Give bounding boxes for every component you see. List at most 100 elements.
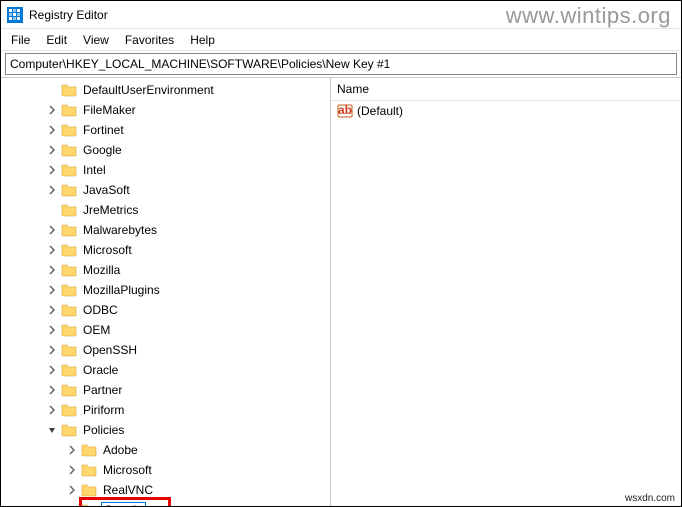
tree-item-label: Adobe xyxy=(101,442,140,458)
tree-item-label: ODBC xyxy=(81,302,120,318)
folder-icon xyxy=(61,362,77,378)
tree-item[interactable]: JreMetrics xyxy=(1,200,330,220)
chevron-right-icon[interactable] xyxy=(45,143,59,157)
chevron-right-icon[interactable] xyxy=(45,103,59,117)
tree-item[interactable]: FileMaker xyxy=(1,100,330,120)
tree-item-label: Policies xyxy=(81,422,126,438)
folder-icon xyxy=(61,422,77,438)
folder-icon xyxy=(61,182,77,198)
tree-item-label: Piriform xyxy=(81,402,126,418)
tree-item[interactable]: Google xyxy=(1,140,330,160)
expander-spacer xyxy=(65,503,79,506)
folder-icon xyxy=(61,382,77,398)
tree-item-label: Intel xyxy=(81,162,108,178)
tree-item[interactable]: OpenSSH xyxy=(1,340,330,360)
tree-item[interactable]: Mozilla xyxy=(1,260,330,280)
chevron-right-icon[interactable] xyxy=(45,343,59,357)
menu-file[interactable]: File xyxy=(3,31,38,49)
chevron-right-icon[interactable] xyxy=(45,263,59,277)
tree-item-label: RealVNC xyxy=(101,482,155,498)
tree-item-label: FileMaker xyxy=(81,102,138,118)
tree-item[interactable]: Piriform xyxy=(1,400,330,420)
folder-icon xyxy=(81,482,97,498)
tree-item[interactable]: Fortinet xyxy=(1,120,330,140)
value-name: (Default) xyxy=(357,104,403,118)
source-tag: wsxdn.com xyxy=(625,493,675,504)
folder-icon xyxy=(61,342,77,358)
address-bar[interactable]: Computer\HKEY_LOCAL_MACHINE\SOFTWARE\Pol… xyxy=(5,53,677,75)
folder-icon xyxy=(61,122,77,138)
folder-icon xyxy=(81,462,97,478)
expander-spacer xyxy=(45,83,59,97)
tree-item[interactable]: RealVNC xyxy=(1,480,330,500)
folder-icon xyxy=(61,102,77,118)
chevron-right-icon[interactable] xyxy=(65,463,79,477)
folder-icon xyxy=(61,282,77,298)
tree-item-label: MozillaPlugins xyxy=(81,282,162,298)
folder-icon xyxy=(61,82,77,98)
chevron-right-icon[interactable] xyxy=(45,323,59,337)
chevron-right-icon[interactable] xyxy=(45,363,59,377)
values-pane[interactable]: Name ab (Default) xyxy=(331,78,681,506)
tree-item-label: OEM xyxy=(81,322,112,338)
tree-item-label: OpenSSH xyxy=(81,342,139,358)
tree-item[interactable]: Partner xyxy=(1,380,330,400)
titlebar: Registry Editor xyxy=(1,1,681,29)
content-area: DefaultUserEnvironment FileMaker Fortinet G… xyxy=(1,77,681,506)
menubar: File Edit View Favorites Help xyxy=(1,29,681,51)
tree-item-label: Malwarebytes xyxy=(81,222,159,238)
tree-item[interactable]: Malwarebytes xyxy=(1,220,330,240)
folder-icon xyxy=(61,202,77,218)
tree-item[interactable]: MozillaPlugins xyxy=(1,280,330,300)
tree-item-label: Google xyxy=(81,142,124,158)
svg-text:ab: ab xyxy=(338,103,352,117)
tree-item[interactable]: DefaultUserEnvironment xyxy=(1,80,330,100)
address-text: Computer\HKEY_LOCAL_MACHINE\SOFTWARE\Pol… xyxy=(10,57,390,71)
folder-icon xyxy=(61,242,77,258)
chevron-right-icon[interactable] xyxy=(65,483,79,497)
menu-view[interactable]: View xyxy=(75,31,117,49)
chevron-right-icon[interactable] xyxy=(45,243,59,257)
chevron-down-icon[interactable] xyxy=(45,423,59,437)
folder-icon xyxy=(61,322,77,338)
tree-item[interactable]: Policies xyxy=(1,420,330,440)
tree-item[interactable]: ODBC xyxy=(1,300,330,320)
chevron-right-icon[interactable] xyxy=(45,183,59,197)
tree-item[interactable]: Microsoft xyxy=(1,460,330,480)
menu-help[interactable]: Help xyxy=(182,31,223,49)
menu-edit[interactable]: Edit xyxy=(38,31,75,49)
tree-pane[interactable]: DefaultUserEnvironment FileMaker Fortinet G… xyxy=(1,78,331,506)
tree-item-label: Mozilla xyxy=(81,262,122,278)
tree-item-label[interactable]: Google xyxy=(101,502,146,506)
chevron-right-icon[interactable] xyxy=(45,383,59,397)
chevron-right-icon[interactable] xyxy=(45,163,59,177)
value-row-default[interactable]: ab (Default) xyxy=(331,101,681,121)
folder-icon xyxy=(61,402,77,418)
tree-item[interactable]: Oracle xyxy=(1,360,330,380)
app-icon xyxy=(7,7,23,23)
tree-item-label: Partner xyxy=(81,382,124,398)
chevron-right-icon[interactable] xyxy=(45,123,59,137)
tree-item[interactable]: Google xyxy=(1,500,330,506)
chevron-right-icon[interactable] xyxy=(45,283,59,297)
folder-icon xyxy=(61,262,77,278)
tree-item[interactable]: Intel xyxy=(1,160,330,180)
tree-item[interactable]: JavaSoft xyxy=(1,180,330,200)
string-value-icon: ab xyxy=(337,103,353,119)
window-title: Registry Editor xyxy=(29,8,108,22)
chevron-right-icon[interactable] xyxy=(45,223,59,237)
folder-icon xyxy=(61,162,77,178)
tree-item[interactable]: Microsoft xyxy=(1,240,330,260)
chevron-right-icon[interactable] xyxy=(45,403,59,417)
tree-item[interactable]: Adobe xyxy=(1,440,330,460)
menu-favorites[interactable]: Favorites xyxy=(117,31,182,49)
tree-item-label: Oracle xyxy=(81,362,120,378)
column-header-name[interactable]: Name xyxy=(337,82,537,96)
chevron-right-icon[interactable] xyxy=(65,443,79,457)
chevron-right-icon[interactable] xyxy=(45,303,59,317)
tree-item[interactable]: OEM xyxy=(1,320,330,340)
registry-editor-window: Registry Editor File Edit View Favorites… xyxy=(0,0,682,507)
tree-item-label: Microsoft xyxy=(101,462,154,478)
tree-item-label: Microsoft xyxy=(81,242,134,258)
values-header: Name xyxy=(331,78,681,101)
